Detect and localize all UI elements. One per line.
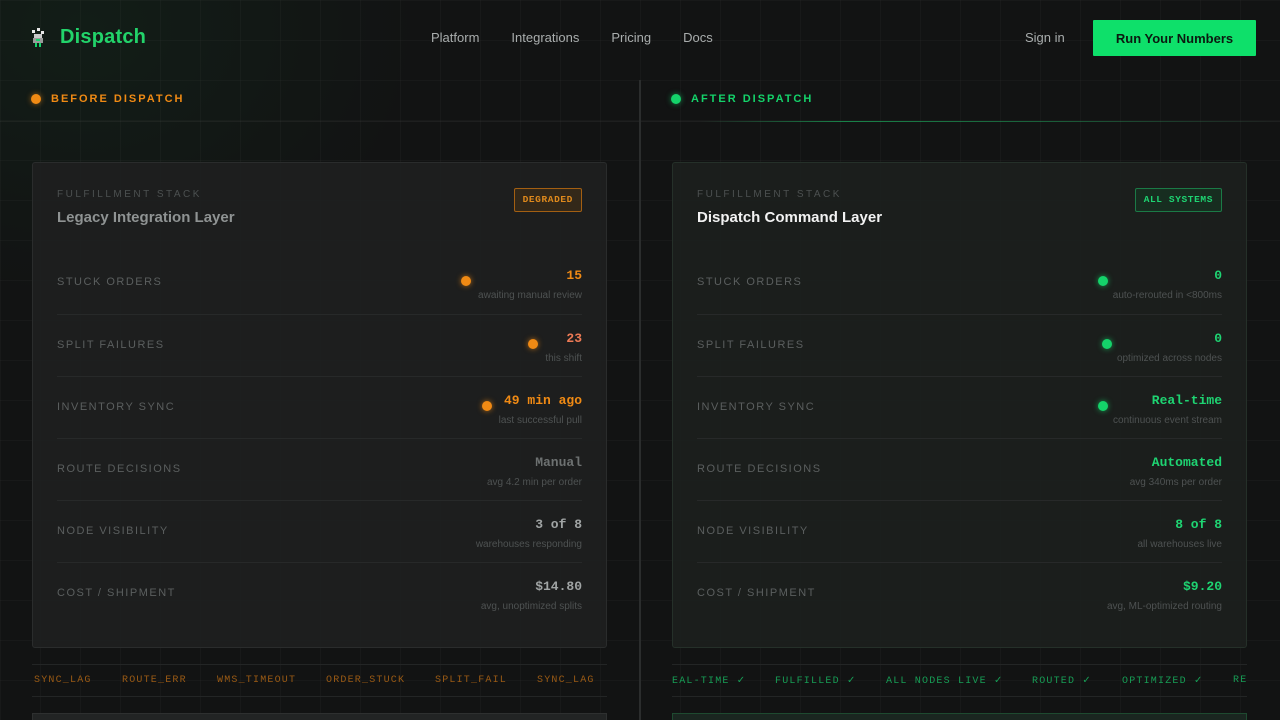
metric-label: STUCK ORDERS [57, 276, 163, 288]
metric-label: COST / SHIPMENT [57, 587, 176, 599]
metric-value: 49 min ago [503, 393, 582, 408]
status-dot-icon [1098, 276, 1108, 286]
metric-label: NODE VISIBILITY [697, 525, 809, 537]
dispatch-logo-icon [32, 27, 44, 47]
before-card: FULFILLMENT STACK Legacy Integration Lay… [32, 162, 607, 648]
metric-row: COST / SHIPMENT $14.80 avg, unoptimized … [57, 562, 582, 624]
column-divider [639, 80, 641, 720]
metric-row: INVENTORY SYNC 49 min ago last successfu… [57, 376, 582, 438]
after-accent-line [700, 121, 1280, 122]
status-dot-icon [671, 94, 681, 104]
status-dot-icon [528, 339, 538, 349]
ticker-item: WMS_TIMEOUT [217, 675, 297, 686]
metric-row: COST / SHIPMENT $9.20 avg, ML-optimized … [697, 562, 1222, 624]
card-eyebrow: FULFILLMENT STACK [697, 189, 842, 200]
metric-row: STUCK ORDERS 15 awaiting manual review [57, 252, 582, 314]
before-heading: BEFORE DISPATCH [31, 93, 185, 105]
ticker-item: ROUTE_ERR [122, 675, 187, 686]
metric-subtext: awaiting manual review [478, 290, 582, 301]
metric-subtext: avg 4.2 min per order [486, 477, 582, 488]
metric-label: INVENTORY SYNC [697, 401, 816, 413]
ticker-item: ROUTED ✓ [1032, 676, 1092, 687]
metric-subtext: all warehouses live [1137, 539, 1223, 550]
brand-logo[interactable]: Dispatch [28, 26, 146, 49]
nav-link-platform[interactable]: Platform [431, 30, 479, 45]
nav-links: Platform Integrations Pricing Docs [431, 30, 713, 45]
metric-value: $14.80 [535, 579, 582, 594]
metric-value: 23 [566, 331, 582, 346]
metric-subtext: auto-rerouted in <800ms [1112, 290, 1222, 301]
metric-list: STUCK ORDERS 0 auto-rerouted in <800ms S… [697, 252, 1222, 624]
metric-subtext: avg, ML-optimized routing [1106, 601, 1222, 612]
nav-link-pricing[interactable]: Pricing [611, 30, 651, 45]
metric-value: Manual [535, 455, 582, 470]
metric-row: SPLIT FAILURES 0 optimized across nodes [697, 314, 1222, 376]
metric-subtext: avg, unoptimized splits [480, 601, 582, 612]
card-title: Legacy Integration Layer [57, 209, 235, 226]
ticker-item: EAL-TIME ✓ [672, 676, 747, 687]
metric-row: NODE VISIBILITY 3 of 8 warehouses respon… [57, 500, 582, 562]
metric-subtext: continuous event stream [1113, 415, 1222, 426]
metric-row: ROUTE DECISIONS Automated avg 340ms per … [697, 438, 1222, 500]
status-dot-icon [31, 94, 41, 104]
ticker-item: SPLIT_FAIL [435, 675, 508, 686]
nav-link-docs[interactable]: Docs [683, 30, 713, 45]
metric-label: INVENTORY SYNC [57, 401, 176, 413]
metric-value: Real-time [1151, 393, 1222, 408]
nav-link-integrations[interactable]: Integrations [511, 30, 579, 45]
metric-list: STUCK ORDERS 15 awaiting manual review S… [57, 252, 582, 624]
before-next-card [32, 713, 607, 720]
status-dot-icon [1102, 339, 1112, 349]
status-badge: ALL SYSTEMS [1134, 188, 1222, 212]
metric-row: INVENTORY SYNC Real-time continuous even… [697, 376, 1222, 438]
metric-value: 15 [566, 268, 582, 283]
metric-value: 8 of 8 [1175, 517, 1222, 532]
before-heading-label: BEFORE DISPATCH [51, 93, 185, 105]
metric-subtext: last successful pull [498, 415, 582, 426]
card-eyebrow: FULFILLMENT STACK [57, 189, 202, 200]
metric-value: 0 [1214, 331, 1222, 346]
after-next-card [672, 713, 1247, 720]
metric-value: 0 [1214, 268, 1222, 283]
ticker-item: ORDER_STUCK [326, 675, 406, 686]
ticker-item: SYNC_LAG [537, 675, 595, 686]
status-badge: DEGRADED [513, 188, 582, 212]
run-your-numbers-button[interactable]: Run Your Numbers [1093, 20, 1256, 56]
ticker-item: FULFILLED ✓ [775, 676, 857, 687]
metric-row: SPLIT FAILURES 23 this shift [57, 314, 582, 376]
metric-row: STUCK ORDERS 0 auto-rerouted in <800ms [697, 252, 1222, 314]
metric-label: COST / SHIPMENT [697, 587, 816, 599]
metric-value: $9.20 [1182, 579, 1222, 594]
top-nav: Dispatch Platform Integrations Pricing D… [0, 0, 1280, 76]
metric-row: ROUTE DECISIONS Manual avg 4.2 min per o… [57, 438, 582, 500]
after-heading: AFTER DISPATCH [671, 93, 813, 105]
before-error-ticker: SYNC_LAG ROUTE_ERR WMS_TIMEOUT ORDER_STU… [32, 664, 607, 697]
card-title: Dispatch Command Layer [697, 209, 883, 226]
ticker-item: SYNC_LAG [34, 675, 92, 686]
after-heading-label: AFTER DISPATCH [691, 93, 814, 105]
status-dot-icon [1098, 401, 1108, 411]
metric-subtext: optimized across nodes [1116, 353, 1222, 364]
metric-row: NODE VISIBILITY 8 of 8 all warehouses li… [697, 500, 1222, 562]
brand-name: Dispatch [60, 26, 147, 48]
metric-value: Automated [1151, 455, 1222, 470]
metric-subtext: avg 340ms per order [1129, 477, 1222, 488]
status-dot-icon [461, 276, 471, 286]
ticker-item: REA [1233, 675, 1247, 686]
metric-label: ROUTE DECISIONS [57, 463, 182, 475]
sign-in-link[interactable]: Sign in [1025, 30, 1065, 45]
after-card: FULFILLMENT STACK Dispatch Command Layer… [672, 162, 1247, 648]
metric-label: ROUTE DECISIONS [697, 463, 822, 475]
metric-label: NODE VISIBILITY [57, 525, 169, 537]
metric-value: 3 of 8 [535, 517, 582, 532]
metric-label: SPLIT FAILURES [57, 339, 165, 351]
ticker-item: OPTIMIZED ✓ [1122, 676, 1204, 687]
metric-subtext: this shift [545, 353, 582, 364]
metric-subtext: warehouses responding [475, 539, 582, 550]
status-dot-icon [482, 401, 492, 411]
ticker-item: ALL NODES LIVE ✓ [886, 676, 1004, 687]
metric-label: STUCK ORDERS [697, 276, 803, 288]
after-status-ticker: EAL-TIME ✓ FULFILLED ✓ ALL NODES LIVE ✓ … [672, 664, 1247, 697]
metric-label: SPLIT FAILURES [697, 339, 805, 351]
